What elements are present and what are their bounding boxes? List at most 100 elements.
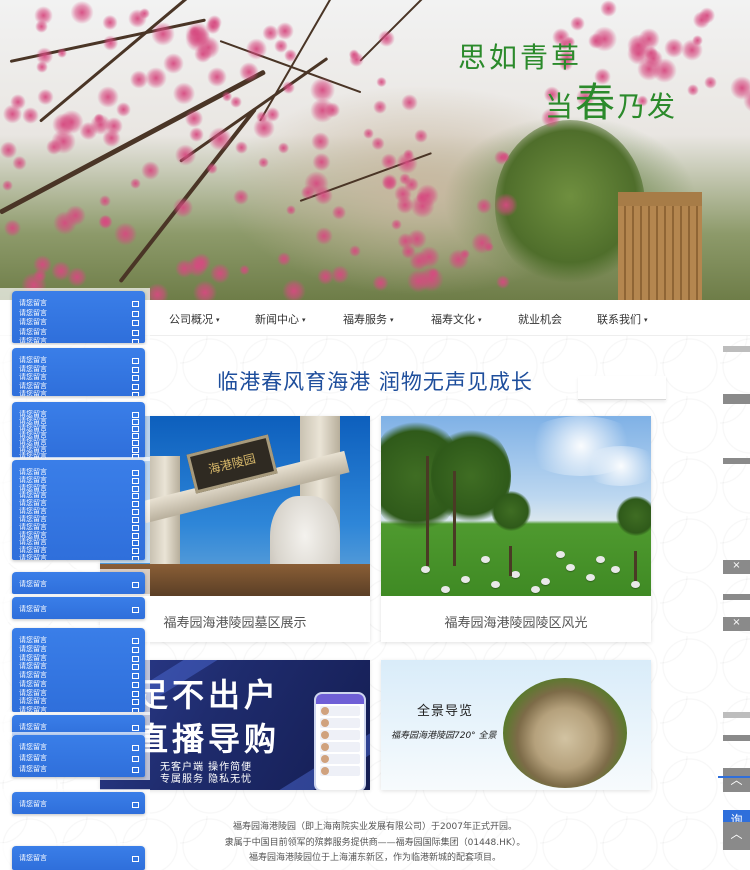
side-tab[interactable] xyxy=(723,735,750,741)
minimize-icon[interactable] xyxy=(132,745,139,751)
message-widget[interactable]: 请您留言 请您留言 请您留言 请您留言 请您留言 xyxy=(12,348,145,396)
minimize-icon[interactable] xyxy=(132,477,139,484)
minimize-icon[interactable] xyxy=(132,690,139,697)
scroll-top-button[interactable]: ︿ xyxy=(723,822,750,850)
minimize-icon[interactable] xyxy=(132,540,139,547)
blossom-branch xyxy=(359,0,446,62)
card-cemetery-scenery[interactable]: 福寿园海港陵园陵区风光 xyxy=(381,416,651,642)
minimize-icon[interactable] xyxy=(132,767,139,773)
message-widget-label: 请您留言 xyxy=(19,697,47,706)
minimize-icon[interactable] xyxy=(132,655,139,662)
hero-poem-line2: 当春乃发 xyxy=(545,70,677,128)
blossom xyxy=(398,172,411,185)
minimize-icon[interactable] xyxy=(132,426,139,432)
nav-item-services[interactable]: 福寿服务 ▾ xyxy=(343,311,394,327)
minimize-icon[interactable] xyxy=(132,301,139,307)
nav-item-label: 联系我们 xyxy=(597,313,641,326)
minimize-icon[interactable] xyxy=(132,392,139,396)
minimize-icon[interactable] xyxy=(132,320,139,326)
side-close-tab[interactable]: × xyxy=(723,617,750,631)
blossom xyxy=(475,197,492,214)
minimize-icon[interactable] xyxy=(132,607,139,613)
side-tab[interactable] xyxy=(723,712,750,718)
message-widget[interactable]: 请您留言 xyxy=(12,792,145,814)
minimize-icon[interactable] xyxy=(132,664,139,671)
blossom xyxy=(348,51,365,68)
card-image xyxy=(381,416,651,596)
message-widget[interactable]: 请您留言 请您留言 请您留言 请您留言 请您留言 请您留言 请您留言 请您留言 请您留言 xyxy=(12,628,145,712)
minimize-icon[interactable] xyxy=(132,470,139,476)
nav-item-culture[interactable]: 福寿文化 ▾ xyxy=(431,311,482,327)
tree xyxy=(616,496,651,536)
blossom xyxy=(496,275,510,289)
promo-small2: 专属服务 隐私无忧 xyxy=(160,774,253,785)
blossom xyxy=(97,214,113,230)
message-widget[interactable]: 请您留言 xyxy=(12,572,145,594)
minimize-icon[interactable] xyxy=(132,375,139,381)
search-dropdown[interactable] xyxy=(578,376,666,400)
blossom xyxy=(401,244,416,260)
minimize-icon[interactable] xyxy=(132,673,139,679)
minimize-icon[interactable] xyxy=(132,524,139,531)
nav-item-contact[interactable]: 联系我们 ▾ xyxy=(597,311,648,327)
message-widget[interactable]: 请您留言 请您留言 请您留言 xyxy=(12,735,145,777)
minimize-icon[interactable] xyxy=(132,358,139,364)
minimize-icon[interactable] xyxy=(132,582,139,588)
side-tab[interactable] xyxy=(723,346,750,352)
minimize-icon[interactable] xyxy=(132,383,139,390)
minimize-icon[interactable] xyxy=(132,485,139,492)
message-widget[interactable]: 请您留言 请您留言 请您留言 请您留言 请您留言 请您留言 请您留言 请您留言 请您留言 请您留言… xyxy=(12,460,145,560)
blossom xyxy=(0,141,18,159)
scroll-top-button[interactable]: ︿ xyxy=(723,768,750,792)
nav-item-careers[interactable]: 就业机会 xyxy=(518,311,562,327)
minimize-icon[interactable] xyxy=(132,548,139,555)
message-widget-label: 请您留言 xyxy=(19,671,47,679)
minimize-icon[interactable] xyxy=(132,433,139,439)
minimize-icon[interactable] xyxy=(132,802,139,808)
message-widget-label: 请您留言 xyxy=(19,605,47,613)
side-tab[interactable] xyxy=(723,394,750,404)
nav-item-news[interactable]: 新闻中心 ▾ xyxy=(255,311,306,327)
side-close-tab[interactable]: × xyxy=(723,560,750,574)
card-panorama-tour[interactable]: 全景导览 福寿园海港陵园720° 全景 xyxy=(381,660,651,790)
minimize-icon[interactable] xyxy=(132,329,139,336)
minimize-icon[interactable] xyxy=(132,366,139,373)
blossom xyxy=(378,30,395,47)
minimize-icon[interactable] xyxy=(132,412,139,418)
minimize-icon[interactable] xyxy=(132,501,139,508)
blossom xyxy=(37,88,54,106)
minimize-icon[interactable] xyxy=(132,310,139,317)
minimize-icon[interactable] xyxy=(132,638,139,644)
message-widget[interactable]: 请您留言 xyxy=(12,597,145,619)
phone-row xyxy=(320,754,360,764)
blossom xyxy=(348,244,362,257)
side-tab[interactable] xyxy=(723,594,750,600)
minimize-icon[interactable] xyxy=(132,646,139,653)
chevron-down-icon: ▾ xyxy=(302,316,306,324)
message-widget[interactable]: 请您留言 请您留言 请您留言 请您留言 请您留言 xyxy=(12,291,145,343)
minimize-icon[interactable] xyxy=(132,509,139,516)
minimize-icon[interactable] xyxy=(132,493,139,500)
minimize-icon[interactable] xyxy=(132,419,139,425)
blossom xyxy=(730,75,750,100)
phone-header xyxy=(316,694,364,704)
footer-line: 福寿园海港陵园（即上海南院实业发展有限公司）于2007年正式开园。 xyxy=(233,822,517,832)
minimize-icon[interactable] xyxy=(132,681,139,688)
nav-item-company[interactable]: 公司概况 ▾ xyxy=(169,311,220,327)
message-widget[interactable]: 请您留言 请您留言 请您留言 请您留言 请您留言 请您留言 请您留言 xyxy=(12,402,145,458)
minimize-icon[interactable] xyxy=(132,556,139,560)
message-widget-label: 请您留言 xyxy=(19,318,47,326)
minimize-icon[interactable] xyxy=(132,440,139,446)
blossom xyxy=(592,26,618,52)
minimize-icon[interactable] xyxy=(132,339,139,343)
minimize-icon[interactable] xyxy=(132,516,139,523)
minimize-icon[interactable] xyxy=(132,699,139,706)
minimize-icon[interactable] xyxy=(132,756,139,762)
minimize-icon[interactable] xyxy=(132,725,139,731)
minimize-icon[interactable] xyxy=(132,447,139,453)
blossom xyxy=(192,280,217,300)
message-widget[interactable]: 请您留言 xyxy=(12,846,145,870)
minimize-icon[interactable] xyxy=(132,856,139,862)
minimize-icon[interactable] xyxy=(132,532,139,539)
side-tab[interactable] xyxy=(723,458,750,464)
